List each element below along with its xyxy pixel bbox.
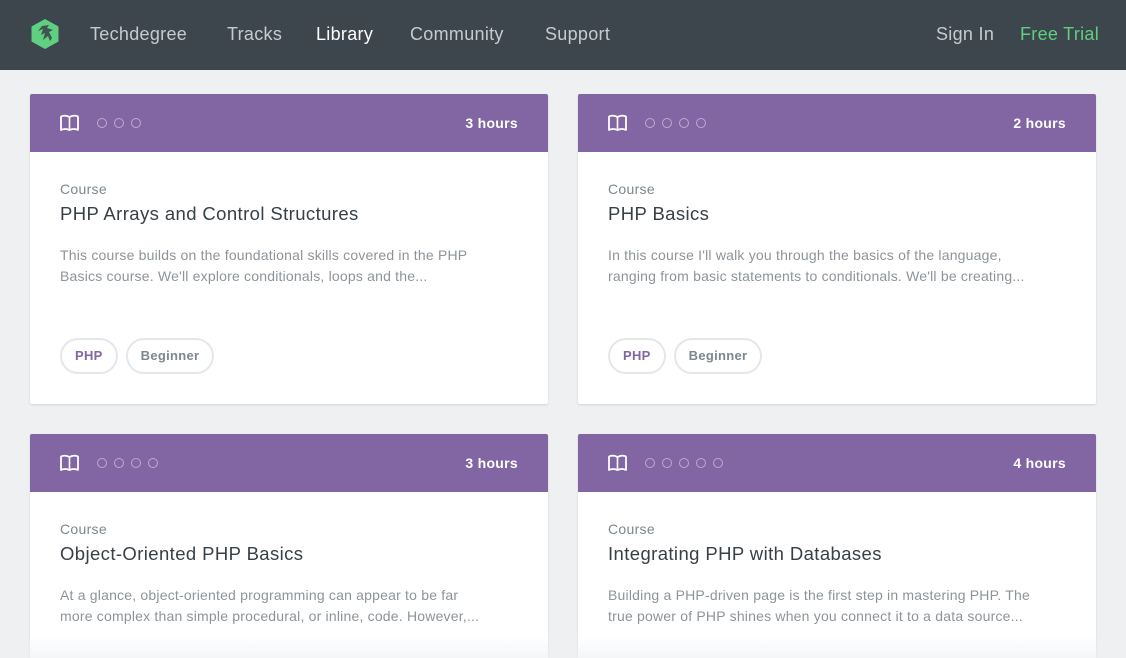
treehouse-logo-icon[interactable] [29, 18, 61, 50]
content-type-label: Course [60, 181, 107, 197]
course-title[interactable]: Integrating PHP with Databases [608, 543, 882, 565]
difficulty-dot-icon [131, 458, 141, 468]
difficulty-dot-icon [645, 118, 655, 128]
difficulty-dot-icon [97, 118, 107, 128]
card-header: 3 hours [30, 94, 548, 152]
card-header: 3 hours [30, 434, 548, 492]
card-header: 4 hours [578, 434, 1096, 492]
nav-link-support[interactable]: Support [545, 24, 610, 45]
description-line: Basics course. We'll explore conditional… [60, 268, 428, 284]
course-description: Building a PHP-driven page is the first … [608, 585, 1068, 627]
difficulty-dot-icon [662, 118, 672, 128]
content-type-label: Course [608, 181, 655, 197]
nav-link-library[interactable]: Library [316, 24, 373, 45]
course-title[interactable]: Object-Oriented PHP Basics [60, 543, 303, 565]
card-header: 2 hours [578, 94, 1096, 152]
content-type-label: Course [60, 521, 107, 537]
difficulty-dots [645, 458, 730, 468]
duration-label: 3 hours [465, 455, 518, 471]
topic-tag[interactable]: PHP [60, 338, 118, 374]
course-description: In this course I'll walk you through the… [608, 245, 1068, 287]
difficulty-dot-icon [131, 118, 141, 128]
duration-label: 4 hours [1013, 455, 1066, 471]
difficulty-dot-icon [696, 458, 706, 468]
free-trial-link[interactable]: Free Trial [1020, 24, 1099, 45]
difficulty-dot-icon [114, 458, 124, 468]
nav-link-tracks[interactable]: Tracks [227, 24, 282, 45]
difficulty-dot-icon [645, 458, 655, 468]
description-line: more complex than simple procedural, or … [60, 608, 480, 624]
difficulty-dots [645, 118, 713, 128]
difficulty-dot-icon [97, 458, 107, 468]
difficulty-dots [97, 118, 148, 128]
course-title[interactable]: PHP Arrays and Control Structures [60, 203, 359, 225]
book-icon [608, 454, 627, 471]
nav-link-techdegree[interactable]: Techdegree [90, 24, 187, 45]
description-line: In this course I'll walk you through the… [608, 247, 1002, 263]
description-line: true power of PHP shines when you connec… [608, 608, 1023, 624]
level-tag[interactable]: Beginner [125, 338, 215, 374]
content-type-label: Course [608, 521, 655, 537]
difficulty-dot-icon [713, 458, 723, 468]
duration-label: 3 hours [465, 115, 518, 131]
difficulty-dot-icon [696, 118, 706, 128]
topic-tag[interactable]: PHP [608, 338, 666, 374]
course-description: This course builds on the foundational s… [60, 245, 520, 287]
book-icon [608, 114, 627, 131]
course-description: At a glance, object-oriented programming… [60, 585, 520, 627]
description-line: ranging from basic statements to conditi… [608, 268, 1025, 284]
nav-link-community[interactable]: Community [410, 24, 504, 45]
course-card[interactable]: 3 hours Course PHP Arrays and Control St… [30, 94, 548, 404]
course-card[interactable]: 4 hours Course Integrating PHP with Data… [578, 434, 1096, 658]
sign-in-link[interactable]: Sign In [936, 24, 994, 45]
book-icon [60, 454, 79, 471]
description-line: At a glance, object-oriented programming… [60, 587, 459, 603]
level-tag[interactable]: Beginner [673, 338, 763, 374]
book-icon [60, 114, 79, 131]
tag-list: PHP Beginner [608, 338, 770, 374]
tag-list: PHP Beginner [60, 338, 222, 374]
description-line: Building a PHP-driven page is the first … [608, 587, 1031, 603]
description-line: This course builds on the foundational s… [60, 247, 468, 263]
difficulty-dots [97, 458, 165, 468]
difficulty-dot-icon [114, 118, 124, 128]
difficulty-dot-icon [148, 458, 158, 468]
course-card[interactable]: 3 hours Course Object-Oriented PHP Basic… [30, 434, 548, 658]
course-card[interactable]: 2 hours Course PHP Basics In this course… [578, 94, 1096, 404]
difficulty-dot-icon [679, 458, 689, 468]
duration-label: 2 hours [1013, 115, 1066, 131]
course-title[interactable]: PHP Basics [608, 203, 709, 225]
top-navbar: Techdegree Tracks Library Community Supp… [0, 0, 1126, 70]
difficulty-dot-icon [679, 118, 689, 128]
difficulty-dot-icon [662, 458, 672, 468]
